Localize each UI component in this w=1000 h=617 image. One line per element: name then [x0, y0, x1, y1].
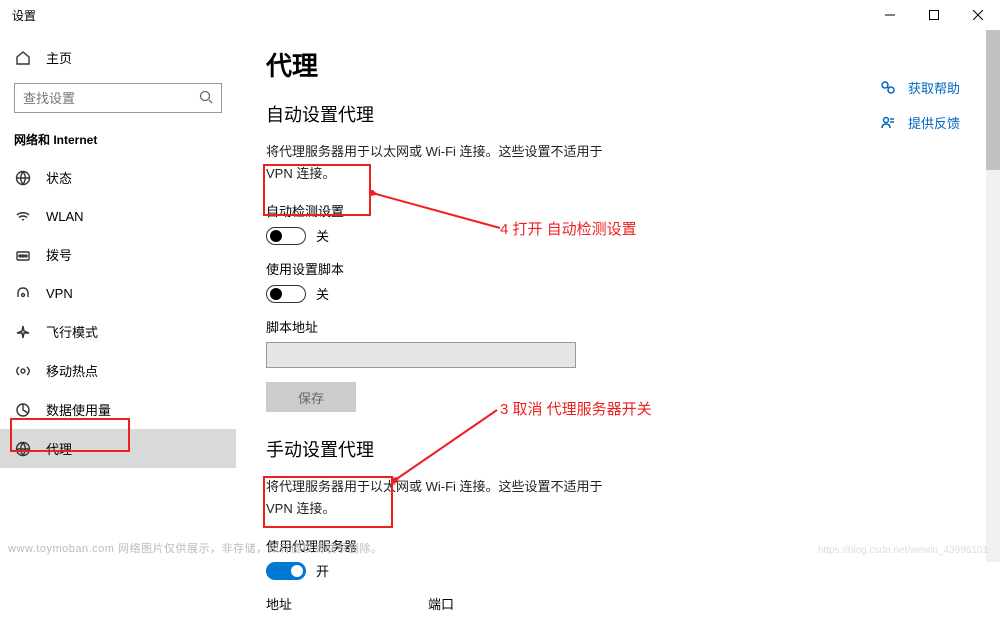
airplane-icon	[14, 323, 32, 341]
data-usage-icon	[14, 401, 32, 419]
proxy-icon	[14, 440, 32, 458]
vpn-icon	[14, 284, 32, 302]
search-box[interactable]	[14, 83, 222, 113]
help-links: 获取帮助 提供反馈	[880, 78, 960, 132]
sidebar-item-label: 状态	[46, 168, 72, 187]
use-proxy-toggle[interactable]	[266, 562, 306, 580]
minimize-button[interactable]	[868, 0, 912, 30]
scrollbar[interactable]	[986, 30, 1000, 562]
feedback-link[interactable]: 提供反馈	[880, 113, 960, 132]
help-icon	[880, 80, 896, 96]
watermark-left: www.toymoban.com 网络图片仅供展示，非存储，如有侵权请联系删除。	[8, 540, 382, 556]
manual-proxy-heading: 手动设置代理	[266, 436, 1000, 462]
use-script-toggle[interactable]	[266, 285, 306, 303]
script-address-input[interactable]	[266, 342, 576, 368]
get-help-label: 获取帮助	[908, 78, 960, 97]
manual-proxy-description: 将代理服务器用于以太网或 Wi-Fi 连接。这些设置不适用于 VPN 连接。	[266, 476, 606, 520]
scrollbar-thumb[interactable]	[986, 30, 1000, 170]
sidebar-item-vpn[interactable]: VPN	[0, 274, 236, 312]
address-label: 地址	[266, 594, 292, 613]
search-input[interactable]	[23, 91, 199, 106]
auto-detect-state: 关	[316, 226, 329, 245]
sidebar-home-label: 主页	[46, 48, 72, 67]
sidebar-item-label: VPN	[46, 286, 73, 301]
window-controls	[868, 0, 1000, 30]
sidebar-home[interactable]: 主页	[0, 48, 236, 83]
use-proxy-state: 开	[316, 561, 329, 580]
auto-detect-label: 自动检测设置	[266, 201, 1000, 220]
feedback-label: 提供反馈	[908, 113, 960, 132]
feedback-icon	[880, 115, 896, 131]
close-button[interactable]	[956, 0, 1000, 30]
sidebar-item-dialup[interactable]: 拨号	[0, 235, 236, 274]
sidebar-item-hotspot[interactable]: 移动热点	[0, 351, 236, 390]
search-icon	[199, 90, 213, 107]
sidebar-item-proxy[interactable]: 代理	[0, 429, 236, 468]
sidebar: 主页 网络和 Internet 状态 WLAN 拨号 VPN 飞行模式	[0, 30, 236, 562]
sidebar-item-airplane[interactable]: 飞行模式	[0, 312, 236, 351]
get-help-link[interactable]: 获取帮助	[880, 78, 960, 97]
hotspot-icon	[14, 362, 32, 380]
maximize-button[interactable]	[912, 0, 956, 30]
sidebar-item-label: 飞行模式	[46, 322, 98, 341]
window-title: 设置	[12, 7, 36, 24]
auto-proxy-description: 将代理服务器用于以太网或 Wi-Fi 连接。这些设置不适用于 VPN 连接。	[266, 141, 606, 185]
titlebar: 设置	[0, 0, 1000, 30]
sidebar-item-label: 数据使用量	[46, 400, 111, 419]
sidebar-item-label: WLAN	[46, 209, 84, 224]
sidebar-item-wlan[interactable]: WLAN	[0, 197, 236, 235]
sidebar-item-datausage[interactable]: 数据使用量	[0, 390, 236, 429]
home-icon	[14, 49, 32, 67]
watermark-right: https://blog.csdn.net/weixin_43996101	[818, 545, 988, 556]
save-button[interactable]: 保存	[266, 382, 356, 412]
port-label: 端口	[428, 594, 454, 613]
sidebar-item-label: 拨号	[46, 245, 72, 264]
sidebar-item-status[interactable]: 状态	[0, 158, 236, 197]
sidebar-item-label: 移动热点	[46, 361, 98, 380]
auto-detect-toggle[interactable]	[266, 227, 306, 245]
sidebar-item-label: 代理	[46, 439, 72, 458]
use-script-state: 关	[316, 284, 329, 303]
use-script-label: 使用设置脚本	[266, 259, 1000, 278]
script-address-label: 脚本地址	[266, 317, 1000, 336]
sidebar-category: 网络和 Internet	[0, 131, 236, 158]
status-icon	[14, 169, 32, 187]
wifi-icon	[14, 207, 32, 225]
dialup-icon	[14, 246, 32, 264]
